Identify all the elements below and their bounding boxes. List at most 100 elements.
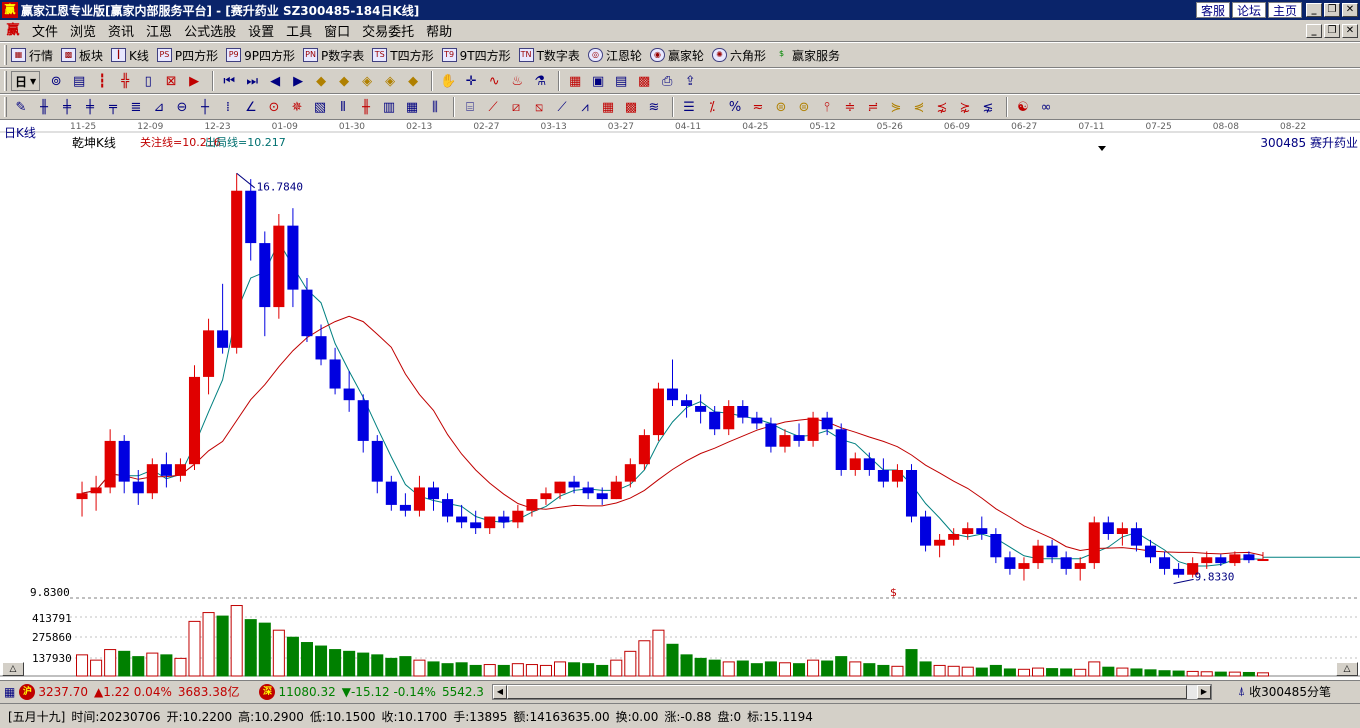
cross-icon[interactable]: ⊠ <box>161 71 181 91</box>
expand-icon[interactable]: ◈ <box>357 71 377 91</box>
gann-wheel-button[interactable]: ◎ 江恩轮 <box>587 47 642 64</box>
sz-badge[interactable]: 深 <box>259 683 276 700</box>
wave-icon[interactable]: ∿ <box>484 71 504 91</box>
percent-icon[interactable]: % <box>725 97 745 117</box>
minimize-icon[interactable]: _ <box>1306 3 1322 17</box>
scroll-left-icon[interactable]: ◀ <box>492 684 507 699</box>
child-close-icon[interactable]: ✕ <box>1342 23 1358 38</box>
horizontal-scrollbar[interactable]: ◀ ▶ <box>491 683 1212 700</box>
grid2-icon[interactable]: ╪ <box>80 97 100 117</box>
menu-logo-icon[interactable]: 赢 <box>4 23 22 39</box>
kline-button[interactable]: ┃ K线 <box>111 47 149 64</box>
forum-link[interactable]: 论坛 <box>1231 2 1266 18</box>
tier5-icon[interactable]: ⋨ <box>932 97 952 117</box>
lines-icon[interactable]: ≋ <box>644 97 664 117</box>
ratio-icon[interactable]: ≂ <box>748 97 768 117</box>
list-icon[interactable]: ☰ <box>679 97 699 117</box>
winner-service-button[interactable]: $ 赢家服务 <box>774 47 840 64</box>
tier2-icon[interactable]: ≓ <box>863 97 883 117</box>
chart-canvas[interactable]: 11-25 12-09 12-23 01-09 01-30 02-13 02-27 03-13… <box>0 120 1360 680</box>
gann-line-icon[interactable]: ╫ <box>356 97 376 117</box>
pen-icon[interactable]: ✎ <box>11 97 31 117</box>
tier7-icon[interactable]: ⋦ <box>978 97 998 117</box>
box-icon[interactable]: ▧ <box>310 97 330 117</box>
candle-type-icon[interactable]: ▯ <box>138 71 158 91</box>
angle-icon[interactable]: ∠ <box>241 97 261 117</box>
circle-icon[interactable]: ⊖ <box>172 97 192 117</box>
fib-icon[interactable]: ≣ <box>126 97 146 117</box>
document-icon[interactable]: ▤ <box>69 71 89 91</box>
kefu-link[interactable]: 客服 <box>1195 2 1230 18</box>
t-square-button[interactable]: TS T四方形 <box>372 47 434 64</box>
coin-icon[interactable]: ⊜ <box>771 97 791 117</box>
tick-detail-label[interactable]: 收300485分笔 <box>1249 683 1331 700</box>
restore-icon[interactable]: ❐ <box>1324 3 1340 17</box>
sh-badge[interactable]: 沪 <box>19 683 36 700</box>
fit-icon[interactable]: ◆ <box>403 71 423 91</box>
menu-info[interactable]: 资讯 <box>102 21 140 40</box>
flag-icon[interactable]: ▶ <box>184 71 204 91</box>
period-select[interactable]: 日 ▼ <box>11 71 41 91</box>
dots-icon[interactable]: ⁞ <box>218 97 238 117</box>
star-icon[interactable]: ✵ <box>287 97 307 117</box>
parallel-icon[interactable]: ╫ <box>34 97 54 117</box>
fan-icon[interactable]: ⊿ <box>149 97 169 117</box>
tier6-icon[interactable]: ⋩ <box>955 97 975 117</box>
menu-settings[interactable]: 设置 <box>242 21 280 40</box>
t-number-button[interactable]: TN T数字表 <box>518 47 580 64</box>
shrink-icon[interactable]: ◈ <box>380 71 400 91</box>
slant-icon[interactable]: ⟋ <box>552 97 572 117</box>
9t-square-button[interactable]: T9 9T四方形 <box>441 47 511 64</box>
calendar-icon[interactable]: ▦ <box>565 71 585 91</box>
gann-grid-icon[interactable]: ▦ <box>402 97 422 117</box>
grid3-icon[interactable]: ╤ <box>103 97 123 117</box>
gann-box-icon[interactable]: ▥ <box>379 97 399 117</box>
kline-icon[interactable]: ┇ <box>92 71 112 91</box>
box-fan-icon[interactable]: ⧄ <box>506 97 526 117</box>
matrix-icon[interactable]: ▩ <box>621 97 641 117</box>
hexagon-button[interactable]: ✺ 六角形 <box>711 47 766 64</box>
scroll-thumb[interactable] <box>506 684 1187 699</box>
zoom-out-icon[interactable]: ◆ <box>334 71 354 91</box>
close-icon[interactable]: ✕ <box>1342 3 1358 17</box>
grid-icon[interactable]: ▦ <box>4 685 15 699</box>
left-icon[interactable]: ◀ <box>265 71 285 91</box>
arc-icon[interactable]: ⊙ <box>264 97 284 117</box>
percent-tool-icon[interactable]: ⁒ <box>702 97 722 117</box>
menu-tools[interactable]: 工具 <box>280 21 318 40</box>
menu-formula[interactable]: 公式选股 <box>178 21 242 40</box>
child-restore-icon[interactable]: ❐ <box>1324 23 1340 38</box>
tier-icon[interactable]: ≑ <box>840 97 860 117</box>
quote-button[interactable]: ▦ 行情 <box>11 47 53 64</box>
collapse-up-right-icon[interactable]: △ <box>1336 662 1358 676</box>
scroll-right-icon[interactable]: ▶ <box>1196 684 1211 699</box>
cup-icon[interactable]: ♨ <box>507 71 527 91</box>
menu-gann[interactable]: 江恩 <box>140 21 178 40</box>
fan-box-icon[interactable]: ⧅ <box>529 97 549 117</box>
kline-chart[interactable]: 11-25 12-09 12-23 01-09 01-30 02-13 02-27 03-13… <box>0 120 1360 680</box>
notes-icon[interactable]: ▤ <box>611 71 631 91</box>
search-icon[interactable]: ⊚ <box>46 71 66 91</box>
step-icon[interactable]: ⫯ <box>817 97 837 117</box>
first-icon[interactable]: ⏮ <box>219 71 239 91</box>
menu-help[interactable]: 帮助 <box>420 21 458 40</box>
yinyang-icon[interactable]: ☯ <box>1013 97 1033 117</box>
calculator-icon[interactable]: ▣ <box>588 71 608 91</box>
print-icon[interactable]: ⎙ <box>657 71 677 91</box>
home-link[interactable]: 主页 <box>1267 2 1302 18</box>
right-icon[interactable]: ▶ <box>288 71 308 91</box>
p-number-button[interactable]: PN P数字表 <box>303 47 364 64</box>
menu-window[interactable]: 窗口 <box>318 21 356 40</box>
zigzag-icon[interactable]: ⩘ <box>575 97 595 117</box>
tier3-icon[interactable]: ⋟ <box>886 97 906 117</box>
9p-square-button[interactable]: P9 9P四方形 <box>226 47 295 64</box>
gann-time-icon[interactable]: ⫼ <box>425 97 445 117</box>
coin2-icon[interactable]: ⊜ <box>794 97 814 117</box>
collapse-up-icon[interactable]: △ <box>2 662 24 676</box>
cycle-icon[interactable]: ⫴ <box>333 97 353 117</box>
table-grid-icon[interactable]: ▦ <box>598 97 618 117</box>
menu-file[interactable]: 文件 <box>26 21 64 40</box>
bar-icon[interactable]: ╬ <box>115 71 135 91</box>
crosshair-icon[interactable]: ✛ <box>461 71 481 91</box>
grid-icon[interactable]: ╪ <box>57 97 77 117</box>
